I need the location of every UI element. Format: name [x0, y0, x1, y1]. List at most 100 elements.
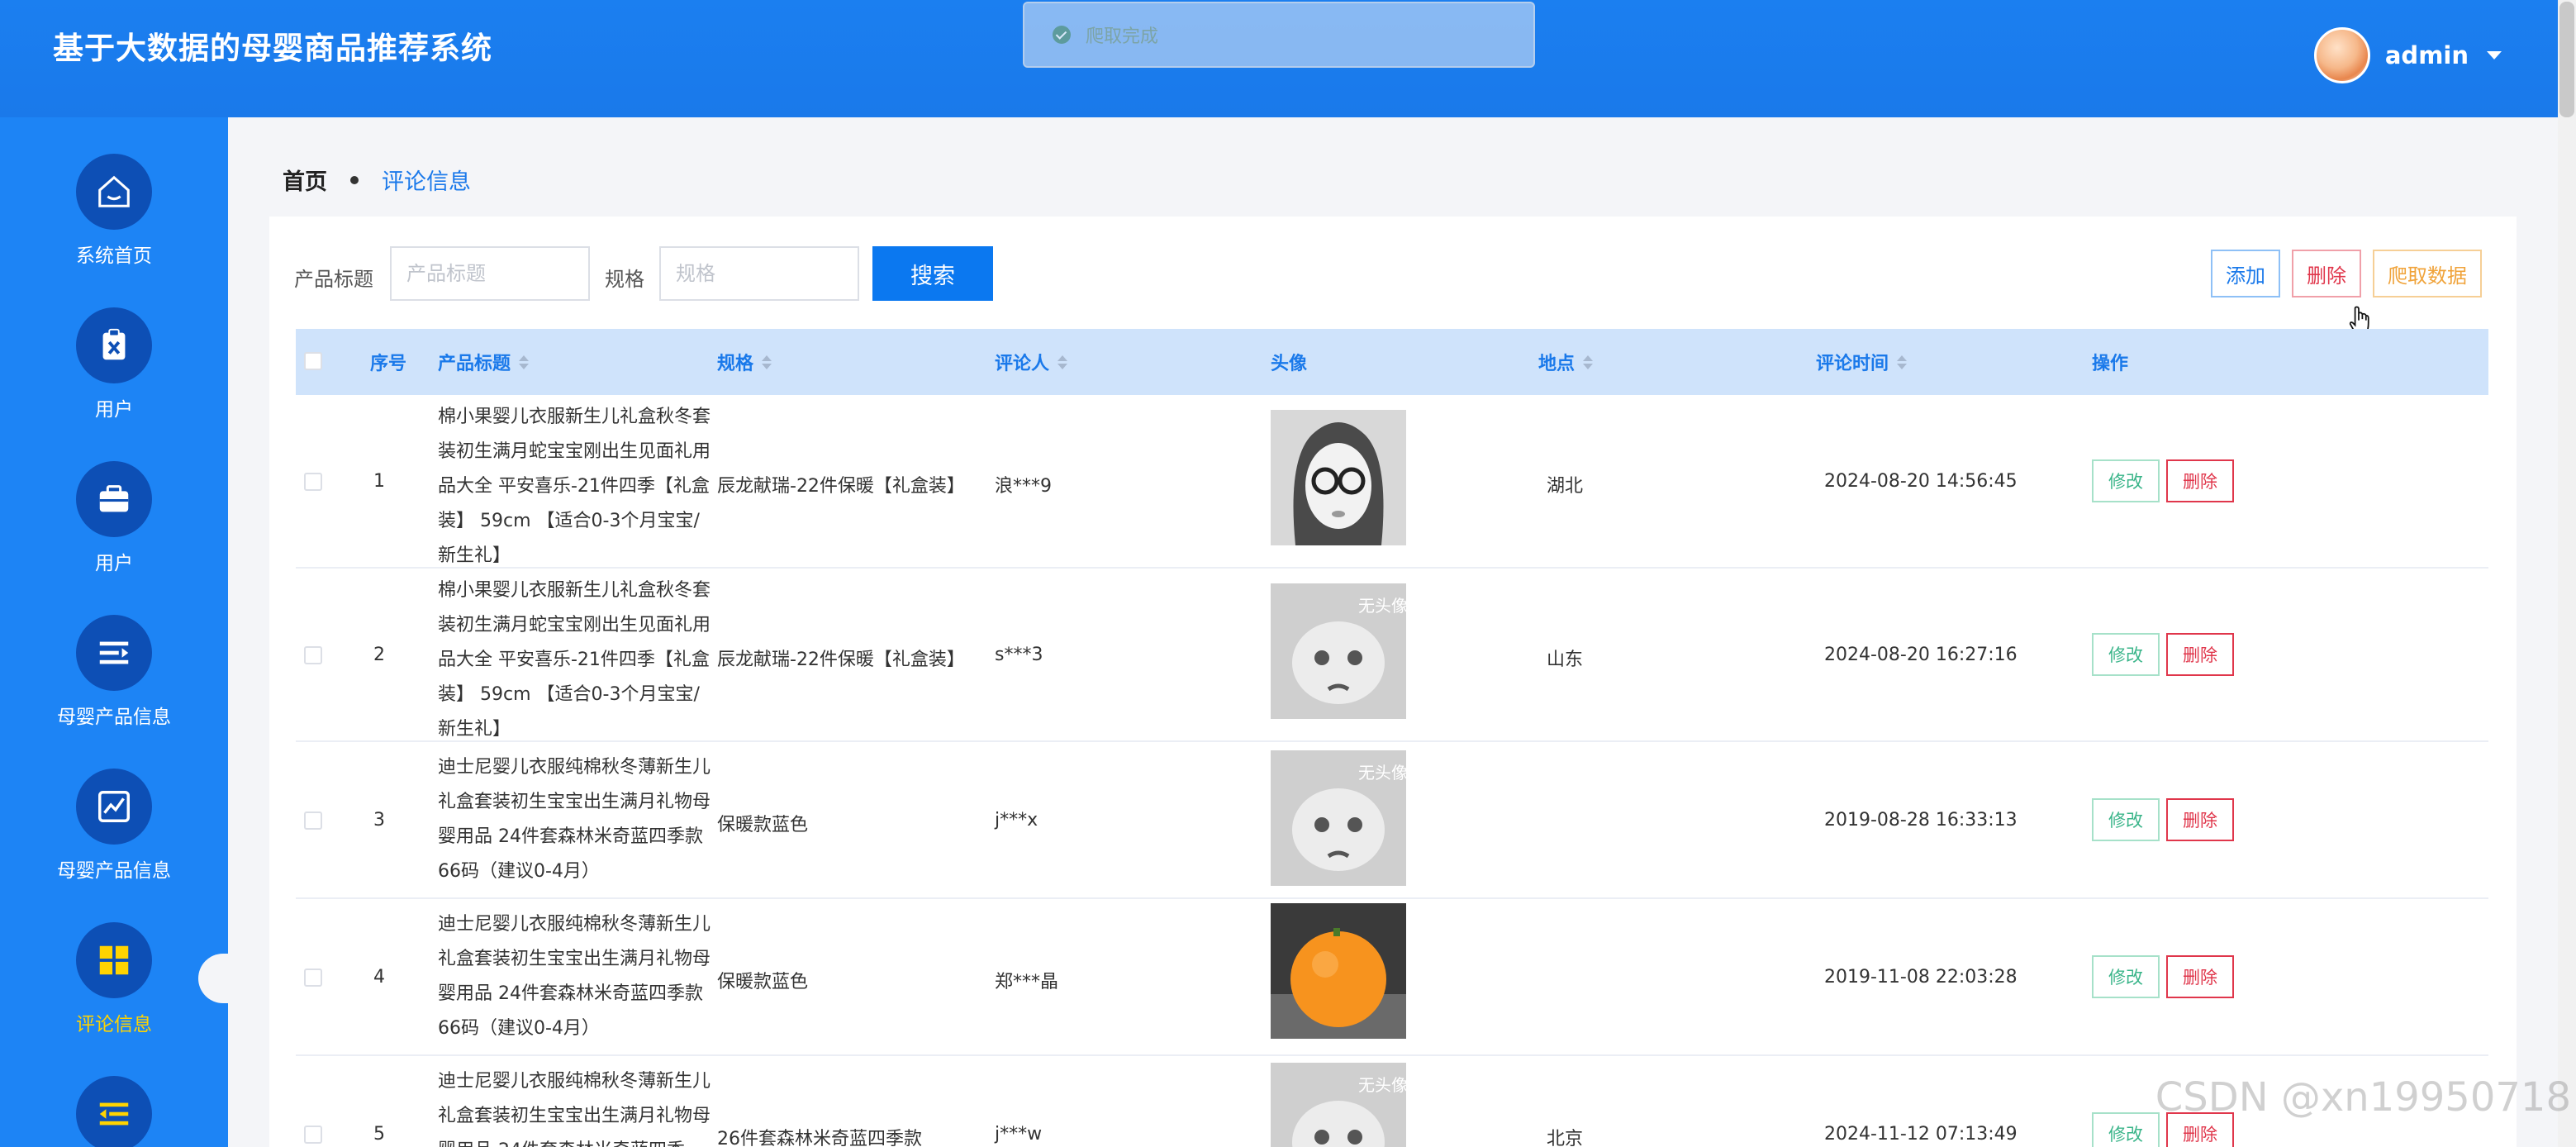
row-checkbox[interactable] — [304, 646, 322, 664]
row-title: 棉小果婴儿衣服新生儿礼盒秋冬套装初生满月蛇宝宝刚出生见面礼用品大全 平安喜乐-2… — [438, 580, 711, 740]
reviewer-avatar-image: 无头像 — [1271, 583, 1406, 719]
grid-icon — [76, 922, 152, 998]
title-filter-label: 产品标题 — [294, 268, 373, 291]
row-spec: 26件套森林米奇蓝四季款 — [717, 1129, 922, 1147]
row-time: 2024-11-12 07:13:49 — [1824, 1124, 2018, 1145]
row-index: 5 — [373, 1124, 385, 1145]
col-location-label: 地点 — [1538, 354, 1576, 374]
sort-icon[interactable] — [519, 355, 530, 369]
table-header: 序号 产品标题 规格 评论人 头像 地点 评论时间 操作 — [296, 329, 2488, 395]
row-title: 迪士尼婴儿衣服纯棉秋冬薄新生儿礼盒套装初生宝宝出生满月礼物母婴用品 24件套森林… — [438, 1071, 711, 1147]
spec-search-input[interactable] — [659, 246, 859, 301]
row-title: 棉小果婴儿衣服新生儿礼盒秋冬套装初生满月蛇宝宝刚出生见面礼用品大全 平安喜乐-2… — [438, 407, 711, 566]
edit-button[interactable]: 修改 — [2092, 798, 2160, 841]
row-reviewer: 郑***晶 — [995, 972, 1059, 992]
row-checkbox[interactable] — [304, 811, 322, 830]
user-name[interactable]: admin — [2385, 41, 2469, 69]
table-row[interactable]: 1 棉小果婴儿衣服新生儿礼盒秋冬套装初生满月蛇宝宝刚出生见面礼用品大全 平安喜乐… — [296, 395, 2488, 569]
edit-button[interactable]: 修改 — [2092, 955, 2160, 998]
sidebar-item-label: 用户 — [95, 553, 133, 574]
user-clipboard-icon — [76, 307, 152, 383]
delete-button[interactable]: 删除 — [2166, 633, 2234, 676]
sidebar-item-product-1[interactable]: 母婴产品信息 — [0, 578, 228, 732]
row-spec: 保暖款蓝色 — [717, 815, 809, 835]
search-button[interactable]: 搜索 — [872, 246, 993, 301]
sort-icon[interactable] — [1897, 355, 1908, 369]
col-avatar: 头像 — [1271, 329, 1307, 395]
col-title-label: 产品标题 — [438, 354, 511, 374]
sidebar-item-product-2[interactable]: 母婴产品信息 — [0, 732, 228, 886]
sort-icon[interactable] — [1583, 355, 1594, 369]
select-all-checkbox[interactable] — [304, 352, 322, 370]
col-location[interactable]: 地点 — [1538, 329, 1594, 395]
chevron-down-icon[interactable] — [2487, 51, 2502, 59]
col-spec[interactable]: 规格 — [717, 329, 772, 395]
col-title[interactable]: 产品标题 — [438, 329, 530, 395]
user-avatar[interactable] — [2313, 27, 2370, 83]
row-location: 北京 — [1547, 1129, 1584, 1147]
spec-filter-label: 规格 — [605, 268, 644, 291]
sidebar-item-user-1[interactable]: 用户 — [0, 271, 228, 425]
row-time: 2019-11-08 22:03:28 — [1824, 967, 2018, 988]
default-avatar-text: 无头像 — [1358, 596, 1406, 616]
breadcrumb: 首页 评论信息 — [283, 164, 471, 196]
edit-button[interactable]: 修改 — [2092, 1112, 2160, 1147]
edit-button[interactable]: 修改 — [2092, 633, 2160, 676]
row-spec: 辰龙献瑞-22件保暖【礼盒装】 — [717, 476, 965, 497]
watermark: CSDN @xn19950718 — [2155, 1074, 2571, 1121]
row-reviewer: j***w — [995, 1124, 1043, 1145]
sidebar-item-user-2[interactable]: 用户 — [0, 425, 228, 578]
row-location: 山东 — [1547, 650, 1584, 670]
row-reviewer: j***x — [995, 810, 1038, 831]
edit-button[interactable]: 修改 — [2092, 459, 2160, 502]
sidebar-item-label: 评论信息 — [76, 1014, 152, 1035]
col-reviewer[interactable]: 评论人 — [995, 329, 1068, 395]
success-toast: 爬取完成 — [1023, 2, 1535, 68]
row-checkbox[interactable] — [304, 969, 322, 987]
row-checkbox[interactable] — [304, 1126, 322, 1144]
list-icon — [76, 615, 152, 691]
row-checkbox[interactable] — [304, 473, 322, 491]
add-button[interactable]: 添加 — [2211, 250, 2280, 297]
table-row[interactable]: 2 棉小果婴儿衣服新生儿礼盒秋冬套装初生满月蛇宝宝刚出生见面礼用品大全 平安喜乐… — [296, 569, 2488, 742]
app-title: 基于大数据的母婴商品推荐系统 — [53, 31, 492, 66]
sidebar-item-label: 母婴产品信息 — [57, 707, 171, 728]
default-avatar-text: 无头像 — [1358, 763, 1406, 783]
delete-button[interactable]: 删除 — [2166, 459, 2234, 502]
sidebar-item-comments[interactable]: 评论信息 — [0, 886, 228, 1040]
col-index-label: 序号 — [370, 354, 407, 374]
col-time-label: 评论时间 — [1816, 354, 1889, 374]
delete-button[interactable]: 删除 — [2166, 955, 2234, 998]
col-time[interactable]: 评论时间 — [1816, 329, 1908, 395]
row-title: 迪士尼婴儿衣服纯棉秋冬薄新生儿礼盒套装初生宝宝出生满月礼物母婴用品 24件套森林… — [438, 914, 711, 1039]
title-search-input[interactable] — [390, 246, 590, 301]
sidebar-item-more[interactable] — [0, 1040, 228, 1147]
user-menu[interactable]: admin — [2313, 26, 2502, 84]
sort-icon[interactable] — [762, 355, 772, 369]
scrollbar-thumb[interactable] — [2559, 2, 2574, 117]
briefcase-icon — [76, 461, 152, 537]
vertical-scrollbar[interactable] — [2558, 0, 2576, 1147]
row-time: 2024-08-20 16:27:16 — [1824, 645, 2018, 665]
delete-button[interactable]: 删除 — [2166, 798, 2234, 841]
col-actions-label: 操作 — [2092, 354, 2129, 374]
reviewer-avatar-image — [1271, 903, 1406, 1039]
sidebar-item-home[interactable]: 系统首页 — [0, 117, 228, 271]
row-spec: 辰龙献瑞-22件保暖【礼盒装】 — [717, 650, 965, 670]
reviewer-avatar-image: 无头像 — [1271, 750, 1406, 886]
sort-icon[interactable] — [1057, 355, 1068, 369]
default-avatar-text: 无头像 — [1358, 1075, 1406, 1095]
check-circle-icon — [1053, 26, 1071, 44]
row-time: 2019-08-28 16:33:13 — [1824, 810, 2018, 831]
breadcrumb-current: 评论信息 — [382, 169, 471, 195]
sidebar-item-label: 母婴产品信息 — [57, 860, 171, 882]
row-location: 湖北 — [1547, 476, 1584, 497]
table-row[interactable]: 4 迪士尼婴儿衣服纯棉秋冬薄新生儿礼盒套装初生宝宝出生满月礼物母婴用品 24件套… — [296, 899, 2488, 1056]
breadcrumb-home[interactable]: 首页 — [283, 164, 327, 196]
col-reviewer-label: 评论人 — [995, 354, 1050, 374]
crawl-data-button[interactable]: 爬取数据 — [2373, 250, 2482, 297]
row-spec: 保暖款蓝色 — [717, 972, 809, 992]
table-row[interactable]: 3 迪士尼婴儿衣服纯棉秋冬薄新生儿礼盒套装初生宝宝出生满月礼物母婴用品 24件套… — [296, 742, 2488, 899]
col-index: 序号 — [370, 329, 406, 395]
bulk-delete-button[interactable]: 删除 — [2292, 250, 2361, 297]
